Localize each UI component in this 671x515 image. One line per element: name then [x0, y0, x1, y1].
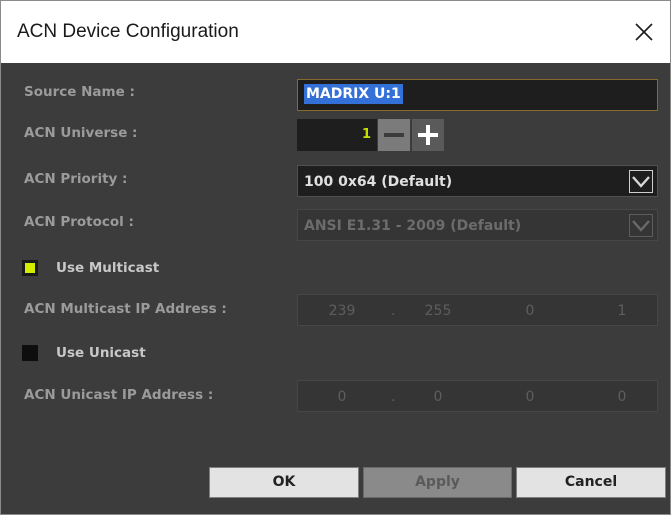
chevron-down-icon — [632, 176, 650, 188]
multicast-octet-4: 1 — [617, 303, 627, 319]
source-name-value: MADRIX U:1 — [304, 84, 403, 104]
unicast-ip-label: ACN Unicast IP Address : — [24, 387, 214, 403]
unicast-octet-3: 0 — [525, 389, 535, 405]
checkbox-checked-mark — [25, 263, 35, 273]
title-bar: ACN Device Configuration — [1, 1, 670, 63]
acn-protocol-select: ANSI E1.31 - 2009 (Default) — [297, 209, 658, 241]
settings-panel: Source Name : MADRIX U:1 ACN Universe : … — [1, 63, 670, 514]
acn-protocol-value: ANSI E1.31 - 2009 (Default) — [304, 218, 522, 234]
dialog-title: ACN Device Configuration — [17, 21, 239, 42]
minus-icon — [384, 133, 404, 137]
universe-decrement-button[interactable] — [378, 119, 410, 151]
acn-priority-label: ACN Priority : — [24, 171, 128, 187]
use-multicast-checkbox[interactable] — [22, 260, 38, 276]
priority-dropdown-button[interactable] — [629, 170, 653, 193]
source-name-input[interactable]: MADRIX U:1 — [297, 79, 658, 111]
acn-universe-label: ACN Universe : — [24, 125, 138, 141]
plus-icon — [418, 125, 438, 145]
use-unicast-label: Use Unicast — [56, 345, 146, 361]
multicast-ip-field: 239 . 255 0 1 — [297, 294, 658, 326]
use-multicast-label: Use Multicast — [56, 260, 160, 276]
acn-priority-select[interactable]: 100 0x64 (Default) — [297, 165, 658, 197]
chevron-down-icon — [632, 220, 650, 232]
multicast-octet-2: 255 — [424, 303, 452, 319]
acn-universe-input[interactable]: 1 — [297, 119, 377, 151]
acn-priority-value: 100 0x64 (Default) — [304, 174, 453, 190]
acn-universe-value: 1 — [361, 127, 371, 142]
multicast-ip-label: ACN Multicast IP Address : — [24, 301, 227, 317]
close-icon — [635, 23, 653, 41]
acn-protocol-label: ACN Protocol : — [24, 214, 134, 230]
multicast-octet-3: 0 — [525, 303, 535, 319]
unicast-octet-2: 0 — [433, 389, 443, 405]
close-button[interactable] — [627, 15, 661, 49]
source-name-label: Source Name : — [24, 84, 135, 100]
protocol-dropdown-button — [629, 214, 653, 237]
unicast-ip-field: 0 . 0 0 0 — [297, 380, 658, 412]
apply-button[interactable]: Apply — [363, 467, 512, 498]
acn-device-configuration-dialog: ACN Device Configuration Source Name : M… — [0, 0, 671, 515]
ip-separator: . — [391, 389, 396, 405]
ip-separator: . — [391, 303, 396, 319]
universe-increment-button[interactable] — [412, 119, 444, 151]
multicast-octet-1: 239 — [328, 303, 356, 319]
unicast-octet-1: 0 — [337, 389, 347, 405]
unicast-octet-4: 0 — [617, 389, 627, 405]
ok-button[interactable]: OK — [209, 467, 359, 498]
use-unicast-checkbox[interactable] — [22, 345, 38, 361]
cancel-button[interactable]: Cancel — [516, 467, 666, 498]
